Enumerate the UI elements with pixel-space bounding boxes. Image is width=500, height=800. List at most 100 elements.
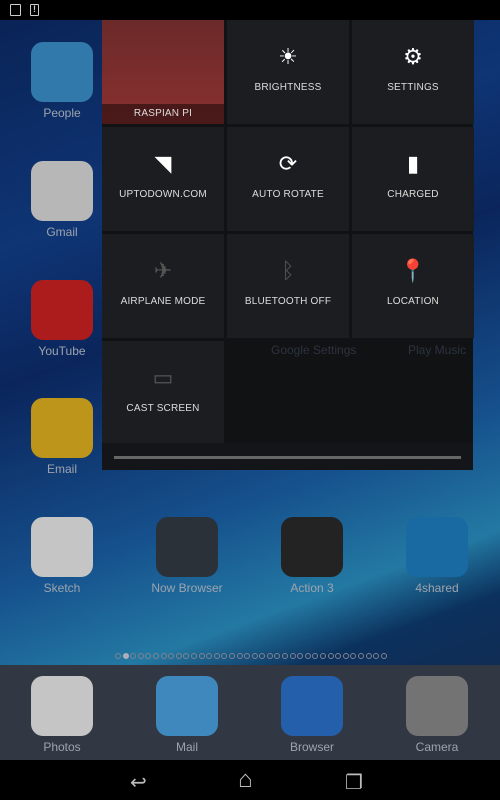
app-label: Sketch [43,581,81,595]
tile-settings[interactable]: ⚙ SETTINGS [352,20,474,124]
page-dot[interactable] [206,653,213,659]
page-dot[interactable] [365,653,372,659]
tile-location[interactable]: 📍 LOCATION [352,234,474,338]
app-browser[interactable]: Browser [267,676,357,754]
navigation-bar: ↩ ⌂ ❐ [0,760,500,800]
page-dot[interactable] [198,653,205,659]
page-dot[interactable] [297,653,304,659]
bluetooth-icon: ᛒ [281,258,295,283]
tile-label: SETTINGS [387,82,439,93]
app-people[interactable]: People [17,42,107,120]
tile-bluetooth-off[interactable]: ᛒ BLUETOOTH OFF [227,234,349,338]
page-dot[interactable] [122,653,129,659]
tile-label: AUTO ROTATE [252,189,324,200]
page-dot[interactable] [145,653,152,659]
tile-label: CHARGED [387,189,439,200]
page-dot[interactable] [160,653,167,659]
app-label-behind-panel: Play Music [408,343,467,357]
page-dot[interactable] [168,653,175,659]
page-dot[interactable] [304,653,311,659]
tile-auto-rotate[interactable]: ⟳ AUTO ROTATE [227,127,349,231]
brightness-icon: ☀ [278,44,298,69]
drag-handle[interactable] [114,456,461,459]
page-dot[interactable] [137,653,144,659]
app-camera[interactable]: Camera [392,676,482,754]
app-label: Email [46,462,77,476]
page-dot[interactable] [373,653,380,659]
page-dot[interactable] [266,653,273,659]
compass-icon [281,676,343,736]
youtube-icon [31,280,93,340]
page-dot[interactable] [175,653,182,659]
sketch-icon [31,517,93,577]
photos-icon [31,676,93,736]
app-label: Photos [43,740,81,754]
page-dot[interactable] [190,653,197,659]
app-4shared[interactable]: 4shared [392,517,482,595]
app-mail[interactable]: Mail [142,676,232,754]
quick-settings-panel: RASPIAN PI ☀ BRIGHTNESS ⚙ SETTINGS ◥ UPTODOWN.… [102,20,474,470]
tile-raspian-pi[interactable]: RASPIAN PI [102,20,224,124]
app-label: People [43,106,81,120]
tile-uptodown-com[interactable]: ◥ UPTODOWN.COM [102,127,224,231]
app-label: Now Browser [151,581,223,595]
page-dot[interactable] [312,653,319,659]
app-now-browser[interactable]: Now Browser [142,517,232,595]
camera-icon [406,676,468,736]
page-dot[interactable] [251,653,258,659]
page-dot[interactable] [221,653,228,659]
alert-icon: ! [30,4,39,16]
app-label-behind-panel: Google Settings [271,343,357,357]
app-label: Mail [175,740,198,754]
app-youtube[interactable]: YouTube [17,280,107,358]
tile-label: LOCATION [387,296,439,307]
image-icon [10,4,21,16]
cast-icon: ▭ [152,365,174,390]
four-icon [406,517,468,577]
app-label: YouTube [38,344,86,358]
page-dot[interactable] [282,653,289,659]
home-button[interactable]: ⌂ [238,766,253,794]
page-dot[interactable] [274,653,281,659]
tile-label: UPTODOWN.COM [119,189,207,200]
page-dot[interactable] [259,653,266,659]
page-dot[interactable] [236,653,243,659]
tile-label: CAST SCREEN [126,403,200,414]
page-dot[interactable] [130,653,137,659]
page-dot[interactable] [358,653,364,659]
page-dot[interactable] [289,653,296,659]
page-dot[interactable] [183,653,190,659]
rotate-icon: ⟳ [278,151,298,176]
page-dot[interactable] [327,653,334,659]
page-dot[interactable] [213,653,220,659]
page-dot[interactable] [152,653,159,659]
page-dot[interactable] [244,653,251,659]
app-gmail[interactable]: Gmail [17,161,107,239]
app-sketch[interactable]: Sketch [17,517,107,595]
airplane-icon: ✈ [153,258,173,283]
tile-label: BRIGHTNESS [254,82,322,93]
tile-charged[interactable]: ▮ CHARGED [352,127,474,231]
page-dot[interactable] [335,653,342,659]
app-action-3[interactable]: Action 3 [267,517,357,595]
tile-cast-screen[interactable]: ▭ CAST SCREEN [102,341,224,445]
tile-brightness[interactable]: ☀ BRIGHTNESS [227,20,349,124]
app-email[interactable]: Email [17,398,107,476]
page-dot[interactable] [115,653,121,659]
page-dot[interactable] [380,653,387,659]
page-dot[interactable] [228,653,235,659]
page-dot[interactable] [350,653,357,659]
email-icon [31,398,93,458]
gmail-icon [31,161,93,221]
tile-airplane-mode[interactable]: ✈ AIRPLANE MODE [102,234,224,338]
app-photos[interactable]: Photos [17,676,107,754]
page-dot[interactable] [320,653,327,659]
recents-button[interactable]: ❐ [345,770,363,795]
mail-icon [156,676,218,736]
page-indicator[interactable] [115,653,387,659]
back-button[interactable]: ↩ [130,770,147,795]
app-label: Camera [415,740,459,754]
tile-label: BLUETOOTH OFF [244,296,332,307]
page-dot[interactable] [342,653,349,659]
panel-handle[interactable] [102,443,473,470]
